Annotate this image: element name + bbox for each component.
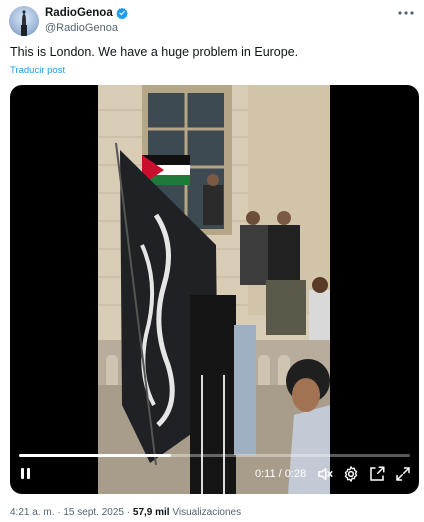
meta-separator: ·: [126, 507, 131, 518]
author-display-name[interactable]: RadioGenoa: [45, 6, 113, 20]
video-time-separator: /: [278, 468, 282, 480]
video-progress-fill: [19, 454, 172, 457]
view-count: 57,9 mil: [132, 507, 170, 518]
verified-badge-icon: [115, 7, 128, 19]
picture-in-picture-icon[interactable]: [368, 465, 386, 483]
views-label: Visualizaciones: [172, 507, 242, 518]
tweet-header: RadioGenoa @RadioGenoa: [0, 0, 424, 44]
tweet-text: This is London. We have a huge problem i…: [10, 45, 299, 59]
video-time: 0:11 / 0:28: [255, 467, 306, 481]
fullscreen-icon[interactable]: [394, 465, 412, 483]
video-controls: 0:11 / 0:28: [10, 454, 419, 494]
video-progress-bar[interactable]: [19, 454, 410, 457]
video-time-current: 0:11: [255, 468, 276, 480]
pause-icon[interactable]: [18, 466, 34, 482]
avatar[interactable]: [9, 6, 39, 36]
tweet-time[interactable]: 4:21 a. m.: [10, 507, 54, 518]
video-frame: [98, 85, 330, 494]
video-player[interactable]: 0:11 / 0:28: [10, 85, 419, 494]
author-handle[interactable]: @RadioGenoa: [45, 21, 128, 35]
video-time-total: 0:28: [284, 468, 307, 480]
settings-gear-icon[interactable]: [342, 465, 360, 483]
translate-post-link[interactable]: Traducir post: [10, 65, 65, 76]
tweet-meta: 4:21 a. m. · 15 sept. 2025 · 57,9 mil Vi…: [10, 507, 241, 519]
more-options-icon[interactable]: [396, 6, 416, 20]
volume-muted-icon[interactable]: [316, 465, 334, 483]
meta-separator: ·: [57, 507, 61, 518]
tweet-date[interactable]: 15 sept. 2025: [63, 507, 124, 518]
author-names: RadioGenoa @RadioGenoa: [45, 6, 128, 35]
